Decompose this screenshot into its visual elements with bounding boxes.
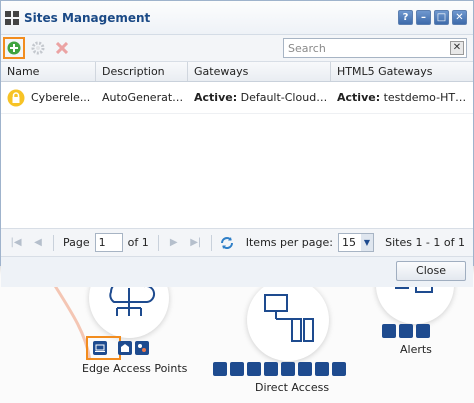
dialog-titlebar[interactable]: Sites Management ? – □ ✕ — [1, 1, 473, 35]
terminal-icon[interactable] — [264, 362, 278, 376]
search-input[interactable] — [284, 39, 450, 57]
page-label: Page — [63, 236, 90, 249]
column-header-html5-gateways[interactable]: HTML5 Gateways — [331, 62, 473, 81]
screen-icon[interactable] — [332, 362, 346, 376]
direct-icon-row — [213, 362, 346, 376]
search-clear-button[interactable]: ✕ — [450, 41, 464, 55]
file-icon[interactable] — [298, 362, 312, 376]
html5-status: Active: — [337, 91, 381, 104]
servers-icon — [264, 294, 314, 342]
lock-icon — [7, 89, 25, 106]
pagination-summary: Sites 1 - 1 of 1 — [385, 236, 465, 249]
edge-access-label: Edge Access Points — [82, 362, 188, 375]
gateways-value: Default-Cloud-Ed... — [240, 91, 331, 104]
close-window-button[interactable]: ✕ — [452, 10, 467, 25]
site-description: AutoGenerated ... — [102, 91, 188, 104]
grid-icon — [5, 10, 19, 25]
delete-icon — [56, 42, 68, 54]
laptop-icon[interactable] — [93, 341, 107, 355]
column-header-name[interactable]: Name — [1, 62, 96, 81]
pen-icon[interactable] — [382, 324, 396, 338]
chevron-down-icon: ▼ — [360, 234, 373, 251]
building-icon[interactable] — [118, 341, 132, 355]
column-header-description[interactable]: Description — [96, 62, 188, 81]
grid-body: Cyberele... AutoGenerated ... Active: De… — [1, 82, 473, 229]
key-icon[interactable] — [247, 362, 261, 376]
prev-page-icon[interactable]: ◀ — [31, 236, 45, 250]
gear-icon — [31, 41, 45, 55]
first-page-icon[interactable]: |◀ — [9, 236, 23, 250]
edge-icon-row — [93, 341, 149, 355]
pagination-bar: |◀ ◀ Page 1 of 1 ▶ ▶| Items per page: 15… — [1, 229, 473, 257]
refresh-icon[interactable] — [220, 236, 234, 250]
monitor-icon[interactable] — [230, 362, 244, 376]
warning-icon[interactable] — [399, 324, 413, 338]
direct-access-label: Direct Access — [255, 381, 330, 394]
table-row[interactable]: Cyberele... AutoGenerated ... Active: De… — [1, 82, 473, 114]
doc-icon[interactable] — [213, 362, 227, 376]
items-per-page-label: Items per page: — [245, 236, 333, 249]
items-per-page-value: 15 — [341, 236, 356, 249]
direct-access-circle[interactable] — [247, 279, 329, 361]
gateways-status: Active: — [194, 91, 238, 104]
page-number-input[interactable]: 1 — [94, 233, 123, 252]
maximize-button[interactable]: □ — [434, 10, 449, 25]
search-box: ✕ — [283, 38, 467, 58]
alerts-icon-row — [382, 324, 430, 338]
help-button[interactable]: ? — [398, 10, 413, 25]
next-page-icon[interactable]: ▶ — [167, 236, 181, 250]
network-icon[interactable] — [135, 341, 149, 355]
unlock-icon[interactable] — [416, 324, 430, 338]
add-icon — [7, 41, 21, 55]
dialog-footer: Close — [1, 257, 473, 287]
column-header-gateways[interactable]: Gateways — [188, 62, 331, 81]
page-of-label: of 1 — [127, 236, 149, 249]
last-page-icon[interactable]: ▶| — [189, 236, 203, 250]
html5-value: testdemo-HTML5... — [383, 91, 473, 104]
items-per-page-select[interactable]: 15 ▼ — [337, 233, 374, 252]
server-icon[interactable] — [315, 362, 329, 376]
sites-management-dialog: Sites Management ? – □ ✕ Search ✕ Name D… — [0, 0, 474, 287]
dialog-title: Sites Management — [24, 10, 151, 25]
site-name: Cyberele... — [31, 91, 91, 104]
minimize-button[interactable]: – — [416, 10, 431, 25]
delete-site-button[interactable] — [51, 37, 73, 59]
edit-site-button[interactable] — [27, 37, 49, 59]
dialog-toolbar: ✕ — [1, 35, 473, 62]
database-icon[interactable] — [281, 362, 295, 376]
add-site-button[interactable] — [3, 37, 25, 59]
close-button[interactable]: Close — [396, 261, 466, 281]
alerts-label: Alerts — [400, 343, 432, 356]
grid-header: Name Description Gateways HTML5 Gateways — [1, 62, 473, 82]
